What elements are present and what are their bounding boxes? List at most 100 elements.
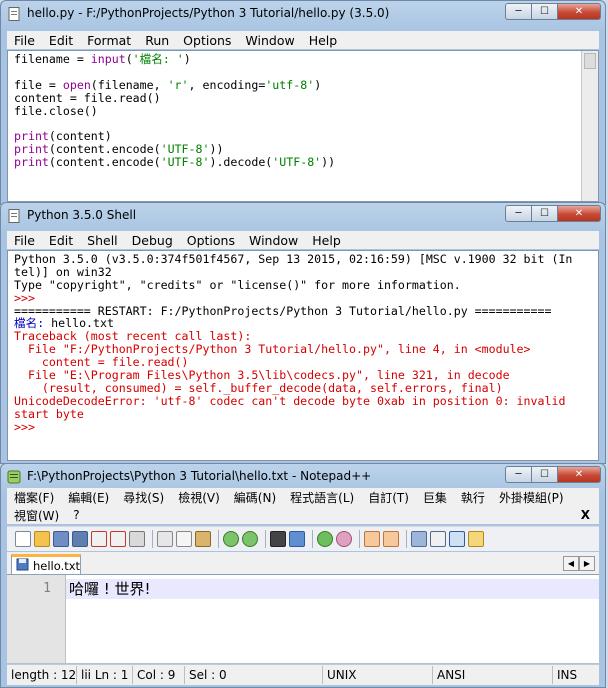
menu-shell[interactable]: Shell [80, 233, 125, 248]
notepadpp-toolbar [7, 526, 599, 551]
close-button[interactable]: ✕ [557, 466, 601, 483]
menu-encoding[interactable]: 編碼(N) [227, 489, 283, 506]
notepadpp-editor[interactable]: 1 哈囉 ! 世界! [7, 575, 599, 663]
menu-options[interactable]: Options [176, 33, 238, 48]
python-file-icon [7, 7, 21, 21]
tab-hello-txt[interactable]: hello.txt [11, 554, 81, 574]
menu-help[interactable]: ? [66, 508, 86, 522]
menu-plugins[interactable]: 外掛模組(P) [492, 489, 571, 506]
sync-vertical-icon[interactable] [364, 531, 380, 547]
idle-editor-window: hello.py - F:/PythonProjects/Python 3 Tu… [0, 0, 606, 205]
file-content[interactable]: 哈囉 ! 世界! [69, 579, 151, 599]
new-file-icon[interactable] [15, 531, 31, 547]
menu-edit[interactable]: Edit [42, 33, 80, 48]
menu-edit[interactable]: Edit [42, 233, 80, 248]
document-close-button[interactable]: X [574, 508, 597, 522]
paste-icon[interactable] [195, 531, 211, 547]
notepadpp-statusbar: length : 12 lii Ln : 1 Col : 9 Sel : 0 U… [7, 664, 599, 685]
shell-titlebar[interactable]: Python 3.5.0 Shell ─ ☐ ✕ [1, 203, 605, 229]
menu-window[interactable]: 視窗(W) [7, 507, 66, 524]
tab-scroll-left-icon[interactable]: ◀ [563, 556, 579, 571]
toolbar-separator [312, 530, 313, 548]
close-button[interactable]: ✕ [557, 3, 601, 20]
menu-file[interactable]: File [7, 33, 42, 48]
cut-icon[interactable] [157, 531, 173, 547]
find-icon[interactable] [270, 531, 286, 547]
window-title: Python 3.5.0 Shell [27, 208, 137, 222]
menu-file[interactable]: File [7, 233, 42, 248]
idle-editor-titlebar[interactable]: hello.py - F:/PythonProjects/Python 3 Tu… [1, 1, 605, 27]
minimize-button[interactable]: ─ [505, 205, 531, 222]
toolbar-separator [265, 530, 266, 548]
menu-edit[interactable]: 編輯(E) [61, 489, 116, 506]
document-map-icon[interactable] [468, 531, 484, 547]
menu-options[interactable]: Options [180, 233, 242, 248]
maximize-icon: ☐ [540, 469, 549, 480]
maximize-button[interactable]: ☐ [531, 205, 557, 222]
status-column: Col : 9 [133, 666, 185, 684]
minimize-button[interactable]: ─ [505, 466, 531, 483]
line-number: 1 [43, 581, 51, 596]
maximize-button[interactable]: ☐ [531, 466, 557, 483]
error-line: UnicodeDecodeError: 'utf-8' codec can't … [14, 393, 566, 408]
line-number-gutter: 1 [7, 575, 66, 663]
status-encoding: ANSI [433, 666, 553, 684]
menu-format[interactable]: Format [80, 33, 138, 48]
close-button[interactable]: ✕ [557, 205, 601, 222]
notepadpp-menubar: 檔案(F) 編輯(E) 尋找(S) 檢視(V) 編碼(N) 程式語言(L) 自訂… [7, 488, 599, 524]
redo-icon[interactable] [242, 531, 258, 547]
editor-scrollbar[interactable] [581, 51, 598, 201]
menu-search[interactable]: 尋找(S) [116, 489, 171, 506]
save-icon[interactable] [53, 531, 69, 547]
shell-menubar: File Edit Shell Debug Options Window Hel… [7, 231, 599, 249]
traceback-line: File "E:\Program Files\Python 3.5\lib\co… [14, 368, 510, 383]
menu-macro[interactable]: 巨集 [416, 489, 454, 506]
close-all-icon[interactable] [110, 531, 126, 547]
menu-view[interactable]: 檢視(V) [171, 489, 227, 506]
menu-help[interactable]: Help [302, 33, 345, 48]
status-insert-mode: INS [557, 668, 578, 682]
window-title: hello.py - F:/PythonProjects/Python 3 Tu… [27, 6, 390, 20]
indent-guide-icon[interactable] [449, 531, 465, 547]
notepadpp-titlebar[interactable]: F:\PythonProjects\Python 3 Tutorial\hell… [1, 464, 605, 490]
menu-run[interactable]: Run [138, 33, 176, 48]
menu-run[interactable]: 執行 [454, 489, 492, 506]
maximize-button[interactable]: ☐ [531, 3, 557, 20]
scrollbar-thumb[interactable] [584, 53, 596, 69]
shell-line: Python 3.5.0 (v3.5.0:374f501f4567, Sep 1… [14, 252, 573, 266]
notepadpp-app-icon [7, 470, 21, 484]
traceback-line: (result, consumed) = self._buffer_decode… [14, 380, 503, 395]
shell-prompt: >>> [14, 419, 42, 434]
python-shell-window: Python 3.5.0 Shell ─ ☐ ✕ File Edit Shell… [0, 202, 606, 464]
menu-debug[interactable]: Debug [125, 233, 180, 248]
tab-scroll-right-icon[interactable]: ▶ [579, 556, 595, 571]
print-icon[interactable] [129, 531, 145, 547]
save-all-icon[interactable] [72, 531, 88, 547]
code-editor[interactable]: filename = input('檔名: ') file = open(fil… [7, 50, 599, 202]
menu-help[interactable]: Help [305, 233, 348, 248]
show-all-characters-icon[interactable] [430, 531, 446, 547]
zoom-in-icon[interactable] [317, 531, 333, 547]
shell-output[interactable]: Python 3.5.0 (v3.5.0:374f501f4567, Sep 1… [7, 250, 599, 461]
status-eol: UNIX [323, 666, 433, 684]
toolbar-separator [152, 530, 153, 548]
close-file-icon[interactable] [91, 531, 107, 547]
sync-horizontal-icon[interactable] [383, 531, 399, 547]
word-wrap-icon[interactable] [411, 531, 427, 547]
toolbar-separator [406, 530, 407, 548]
menu-window[interactable]: Window [238, 33, 301, 48]
menu-settings[interactable]: 自訂(T) [361, 489, 416, 506]
undo-icon[interactable] [223, 531, 239, 547]
status-line: lii Ln : 1 [77, 666, 133, 684]
code-line: print(content.encode('UTF-8').decode('UT… [14, 155, 336, 170]
open-file-icon[interactable] [34, 531, 50, 547]
menu-file[interactable]: 檔案(F) [7, 489, 61, 506]
shell-prompt: >>> [14, 290, 42, 305]
code-line: filename = input('檔名: ') [14, 52, 191, 66]
menu-language[interactable]: 程式語言(L) [283, 489, 361, 506]
zoom-out-icon[interactable] [336, 531, 352, 547]
menu-window[interactable]: Window [242, 233, 305, 248]
minimize-button[interactable]: ─ [505, 3, 531, 20]
copy-icon[interactable] [176, 531, 192, 547]
replace-icon[interactable] [289, 531, 305, 547]
